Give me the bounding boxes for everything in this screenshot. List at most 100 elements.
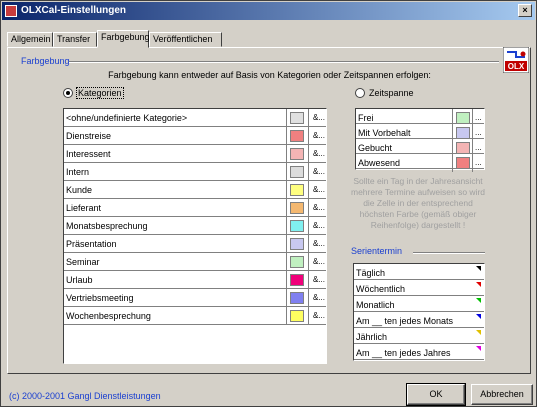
ok-button[interactable]: OK [406, 383, 466, 406]
radio-dot-selected[interactable] [63, 88, 73, 98]
serientermin-row-label: Am __ ten jedes Monats [356, 316, 454, 326]
radio-zeitspanne-label: Zeitspanne [369, 88, 414, 98]
tab-allgemein[interactable]: Allgemein [7, 32, 53, 47]
serientermin-row[interactable]: Am __ ten jedes Monats [354, 312, 484, 328]
category-row[interactable]: Interessent &... [64, 145, 326, 163]
zeitspanne-row[interactable]: Mit Vorbehalt... [356, 124, 484, 142]
choose-color-button[interactable]: &... [313, 131, 325, 140]
choose-color-button[interactable]: &... [313, 311, 325, 320]
color-swatch [290, 238, 304, 250]
color-swatch [290, 166, 304, 178]
color-swatch [290, 220, 304, 232]
column-separator [286, 127, 287, 145]
column-separator [308, 217, 309, 235]
serientermin-row[interactable]: Am __ ten jedes Jahres [354, 344, 484, 360]
color-swatch [290, 202, 304, 214]
serientermin-divider [413, 252, 485, 254]
choose-color-button[interactable]: ... [475, 143, 482, 152]
serientermin-row[interactable]: Täglich [354, 264, 484, 280]
category-row[interactable]: <ohne/undefinierte Kategorie> &... [64, 109, 326, 127]
choose-color-button[interactable]: &... [313, 113, 325, 122]
zeitspanne-row[interactable]: Abwesend... [356, 154, 484, 172]
serientermin-title: Serientermin [351, 246, 403, 256]
serientermin-row-label: Jährlich [356, 332, 388, 342]
cancel-button[interactable]: Abbrechen [471, 384, 533, 405]
category-row-label: Interessent [66, 149, 111, 159]
category-row[interactable]: Urlaub &... [64, 271, 326, 289]
color-swatch [290, 310, 304, 322]
choose-color-button[interactable]: &... [313, 293, 325, 302]
column-separator [286, 145, 287, 163]
color-swatch [290, 256, 304, 268]
category-row-label: <ohne/undefinierte Kategorie> [66, 113, 188, 123]
category-row[interactable]: Kunde &... [64, 181, 326, 199]
description-text: Farbgebung kann entweder auf Basis von K… [108, 70, 431, 80]
category-row[interactable]: Lieferant &... [64, 199, 326, 217]
category-row[interactable]: Dienstreise &... [64, 127, 326, 145]
column-separator [308, 109, 309, 127]
category-row-label: Lieferant [66, 203, 102, 213]
marker-triangle-icon [476, 314, 481, 319]
column-separator [452, 154, 453, 172]
tab-farbgebung[interactable]: Farbgebung [97, 30, 150, 48]
zeitspanne-row-label: Abwesend [358, 158, 401, 168]
choose-color-button[interactable]: &... [313, 221, 325, 230]
column-separator [286, 181, 287, 199]
zeitspanne-list[interactable]: Frei... Mit Vorbehalt... Gebucht... Abwesen… [355, 108, 485, 172]
choose-color-button[interactable]: &... [313, 167, 325, 176]
category-row-label: Präsentation [66, 239, 117, 249]
column-separator [286, 235, 287, 253]
choose-color-button[interactable]: ... [475, 158, 482, 167]
serientermin-row[interactable]: Wöchentlich [354, 280, 484, 296]
column-separator [308, 163, 309, 181]
category-row-label: Dienstreise [66, 131, 112, 141]
column-separator [308, 181, 309, 199]
color-swatch [290, 112, 304, 124]
close-button[interactable]: × [518, 4, 532, 17]
title-bar[interactable]: OLXCal-Einstellungen × [2, 2, 535, 20]
settings-window: OLXCal-Einstellungen × Allgemein Transfe… [0, 0, 537, 407]
serientermin-list[interactable]: Täglich Wöchentlich Monatlich Am __ ten jed… [353, 263, 485, 361]
serientermin-row-label: Täglich [356, 268, 386, 278]
category-row[interactable]: Intern &... [64, 163, 326, 181]
radio-kategorien[interactable]: Kategorien [63, 87, 124, 99]
serientermin-row-label: Wöchentlich [356, 284, 406, 294]
zeitspanne-row[interactable]: Gebucht... [356, 139, 484, 157]
category-row[interactable]: Seminar &... [64, 253, 326, 271]
column-separator [286, 217, 287, 235]
tab-transfer[interactable]: Transfer [53, 32, 97, 47]
choose-color-button[interactable]: &... [313, 275, 325, 284]
category-row[interactable]: Präsentation &... [64, 235, 326, 253]
tab-veroeffentlichen[interactable]: Veröffentlichen [149, 32, 222, 47]
column-separator [286, 289, 287, 307]
serientermin-row-label: Monatlich [356, 300, 395, 310]
serientermin-row[interactable]: Monatlich [354, 296, 484, 312]
color-swatch [290, 274, 304, 286]
choose-color-button[interactable]: &... [313, 239, 325, 248]
category-row[interactable]: Monatsbesprechung &... [64, 217, 326, 235]
choose-color-button[interactable]: ... [475, 128, 482, 137]
serientermin-row[interactable]: Jährlich [354, 328, 484, 344]
column-separator [308, 145, 309, 163]
ordering-note: Sollte ein Tag in der Jahresansicht mehr… [351, 176, 486, 230]
choose-color-button[interactable]: &... [313, 257, 325, 266]
choose-color-button[interactable]: ... [475, 113, 482, 122]
category-row[interactable]: Wochenbesprechung &... [64, 307, 326, 325]
column-separator [308, 235, 309, 253]
serientermin-row-label: Am __ ten jedes Jahres [356, 348, 451, 358]
column-separator [286, 109, 287, 127]
choose-color-button[interactable]: &... [313, 149, 325, 158]
radio-dot[interactable] [355, 88, 365, 98]
zeitspanne-row-label: Frei [358, 113, 374, 123]
category-list[interactable]: <ohne/undefinierte Kategorie> &... Dienstr… [63, 108, 327, 364]
zeitspanne-row[interactable]: Frei... [356, 109, 484, 127]
choose-color-button[interactable]: &... [313, 203, 325, 212]
radio-zeitspanne[interactable]: Zeitspanne [355, 88, 414, 98]
choose-color-button[interactable]: &... [313, 185, 325, 194]
category-row-label: Vertriebsmeeting [66, 293, 134, 303]
column-separator [472, 154, 473, 172]
section-title: Farbgebung [21, 56, 70, 66]
section-divider [69, 61, 499, 63]
marker-triangle-icon [476, 298, 481, 303]
category-row[interactable]: Vertriebsmeeting &... [64, 289, 326, 307]
